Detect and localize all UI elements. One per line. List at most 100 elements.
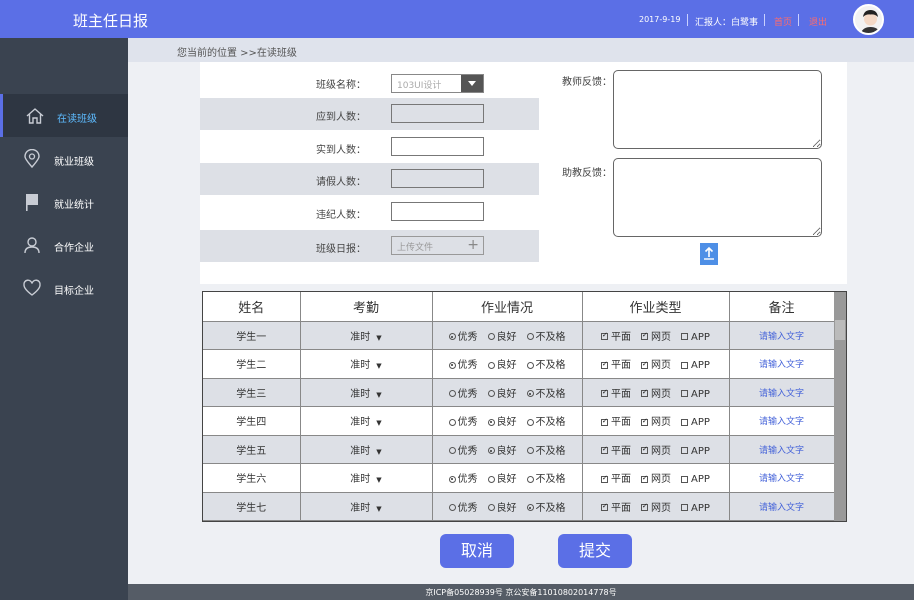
attendance-select[interactable]: 准时 ▼ <box>300 378 433 407</box>
radio-icon <box>448 390 456 398</box>
homework-radio[interactable]: 不及格 <box>526 328 566 343</box>
homework-option-label: 良好 <box>496 388 517 400</box>
homework-radio[interactable]: 不及格 <box>526 499 566 514</box>
footer: 京ICP备05028939号 京公安备11010802014778号 <box>128 584 914 600</box>
scroll-thumb[interactable] <box>835 320 845 340</box>
class-name-select[interactable]: 103UI设计 <box>391 74 484 93</box>
note-cell[interactable]: 请输入文字 <box>729 406 835 436</box>
radio-icon <box>487 390 495 398</box>
homework-type-checkbox[interactable]: APP <box>681 389 710 400</box>
teacher-feedback-textarea[interactable] <box>613 70 822 149</box>
sidebar-item-employment-stats[interactable]: 就业统计 <box>0 180 128 223</box>
homework-radio[interactable]: 良好 <box>487 442 517 457</box>
homework-type-label: 网页 <box>651 388 672 400</box>
homework-radio[interactable]: 优秀 <box>448 385 478 400</box>
avatar[interactable] <box>853 4 884 35</box>
homework-radio[interactable]: 良好 <box>487 385 517 400</box>
table-body: 学生一准时▼优秀良好不及格平面网页APP请输入文字学生二准时▼优秀良好不及格平面… <box>203 321 835 521</box>
note-cell[interactable]: 请输入文字 <box>729 492 835 521</box>
attendance-select[interactable]: 准时 ▼ <box>300 435 433 464</box>
checkbox-icon <box>641 331 649 341</box>
homework-radio[interactable]: 良好 <box>487 328 517 343</box>
expected-count-input[interactable] <box>391 104 484 123</box>
homework-type-checkbox[interactable]: 平面 <box>601 413 631 428</box>
attendance-select[interactable]: 准时 ▼ <box>300 321 433 350</box>
submit-button[interactable]: 提交 <box>558 534 632 568</box>
note-cell[interactable]: 请输入文字 <box>729 349 835 379</box>
homework-type-checkbox[interactable]: 平面 <box>601 499 631 514</box>
upload-icon[interactable] <box>700 243 718 265</box>
homework-radio[interactable]: 良好 <box>487 356 517 372</box>
assistant-feedback-textarea[interactable] <box>613 158 822 237</box>
note-input[interactable]: 请输入文字 <box>759 446 804 456</box>
table-scrollbar[interactable] <box>834 292 846 521</box>
homework-type-checkbox[interactable]: APP <box>681 474 710 485</box>
homework-radio[interactable]: 良好 <box>487 470 517 485</box>
homework-radio[interactable]: 优秀 <box>448 499 478 514</box>
homework-type-checkbox[interactable]: APP <box>681 503 710 514</box>
sidebar-item-employment-class[interactable]: 就业班级 <box>0 137 128 180</box>
homework-radio[interactable]: 不及格 <box>526 356 566 371</box>
homework-type-checkbox[interactable]: 网页 <box>641 385 671 400</box>
attendance-select[interactable]: 准时 ▼ <box>300 463 433 493</box>
leave-count-input[interactable] <box>391 169 484 188</box>
homework-type-label: 平面 <box>611 502 632 514</box>
logout-link[interactable]: 退出 <box>809 15 827 28</box>
sidebar-item-target-companies[interactable]: 目标企业 <box>0 266 128 309</box>
homework-radio[interactable]: 不及格 <box>526 470 566 485</box>
sidebar-item-current-class[interactable]: 在读班级 <box>0 94 128 137</box>
homework-radio[interactable]: 优秀 <box>448 470 478 485</box>
note-input[interactable]: 请输入文字 <box>759 417 804 427</box>
homework-type-checkbox[interactable]: 网页 <box>641 413 671 428</box>
checkbox-icon <box>601 417 609 426</box>
checkbox-icon <box>601 360 609 369</box>
homework-type-checkbox[interactable]: APP <box>681 417 710 428</box>
student-table: 姓名 考勤 作业情况 作业类型 备注 学生一准时▼优秀良好不及格平面网页APP请… <box>202 291 847 522</box>
homework-type-checkbox[interactable]: 网页 <box>641 499 671 514</box>
homework-type-checkbox[interactable]: 网页 <box>641 356 671 371</box>
note-input[interactable]: 请输入文字 <box>759 332 804 342</box>
sidebar-item-partner-companies[interactable]: 合作企业 <box>0 223 128 266</box>
homework-type-checkbox[interactable]: 平面 <box>601 328 631 343</box>
homework-radio[interactable]: 优秀 <box>448 442 478 457</box>
homework-type-checkbox[interactable]: APP <box>681 332 710 343</box>
attendance-value: 准时 <box>350 360 371 372</box>
note-input[interactable]: 请输入文字 <box>759 389 804 399</box>
attendance-select[interactable]: 准时 ▼ <box>300 406 433 436</box>
note-cell[interactable]: 请输入文字 <box>729 321 835 350</box>
homework-radio[interactable]: 不及格 <box>526 413 566 429</box>
note-input[interactable]: 请输入文字 <box>759 360 804 370</box>
homework-type-checkbox[interactable]: 平面 <box>601 385 631 400</box>
homework-type-checkbox[interactable]: 网页 <box>641 328 671 343</box>
homework-radio[interactable]: 优秀 <box>448 356 478 371</box>
cancel-button[interactable]: 取消 <box>440 534 514 568</box>
homework-type-checkbox[interactable]: APP <box>681 446 710 457</box>
homework-radio[interactable]: 良好 <box>487 499 517 514</box>
note-cell[interactable]: 请输入文字 <box>729 435 835 464</box>
homework-type-checkbox[interactable]: 网页 <box>641 470 671 485</box>
homework-radio[interactable]: 不及格 <box>526 385 566 400</box>
homework-radio[interactable]: 良好 <box>487 413 517 428</box>
homework-radio[interactable]: 优秀 <box>448 328 478 343</box>
homework-option-label: 不及格 <box>535 417 566 429</box>
attendance-select[interactable]: 准时 ▼ <box>300 349 433 379</box>
homework-type-label: APP <box>691 445 710 457</box>
attendance-select[interactable]: 准时 ▼ <box>300 492 433 521</box>
note-cell[interactable]: 请输入文字 <box>729 378 835 407</box>
violation-count-input[interactable] <box>391 202 484 221</box>
homework-type-checkbox[interactable]: 平面 <box>601 470 631 485</box>
homework-type-checkbox[interactable]: 平面 <box>601 356 631 371</box>
note-cell[interactable]: 请输入文字 <box>729 463 835 493</box>
upload-file-box[interactable]: 上传文件 + <box>391 236 484 255</box>
homework-type-checkbox[interactable]: 网页 <box>641 442 671 457</box>
home-link[interactable]: 首页 <box>774 15 792 28</box>
homework-type-checkbox[interactable]: APP <box>681 360 710 371</box>
homework-type-checkbox[interactable]: 平面 <box>601 442 631 457</box>
homework-radio[interactable]: 不及格 <box>526 442 566 457</box>
homework-radio[interactable]: 优秀 <box>448 413 478 428</box>
homework-option-label: 良好 <box>496 360 517 372</box>
note-input[interactable]: 请输入文字 <box>759 503 804 513</box>
note-input[interactable]: 请输入文字 <box>759 474 804 484</box>
leave-count-label: 请假人数： <box>316 177 366 188</box>
actual-count-input[interactable] <box>391 137 484 156</box>
